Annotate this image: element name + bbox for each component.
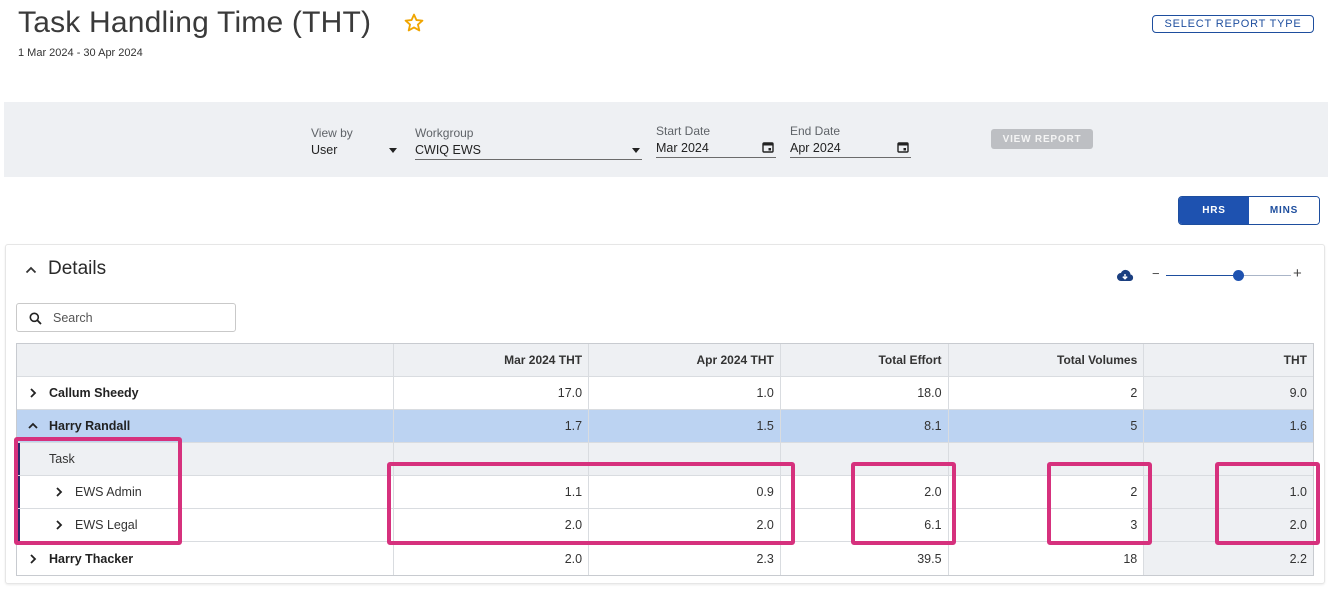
table-row[interactable]: EWS Legal 2.0 2.0 6.1 3 2.0 bbox=[17, 509, 1313, 542]
calendar-icon[interactable] bbox=[762, 141, 774, 153]
unit-toggle: HRS MINS bbox=[1178, 196, 1320, 225]
search-box bbox=[16, 303, 236, 332]
table-header-row: Mar 2024 THT Apr 2024 THT Total Effort T… bbox=[17, 344, 1313, 377]
workgroup-label: Workgroup bbox=[415, 126, 474, 140]
group-indicator-bar bbox=[17, 476, 20, 508]
group-indicator-bar bbox=[17, 443, 20, 475]
cell-mar-tht: 2.0 bbox=[394, 509, 590, 541]
chevron-right-icon[interactable] bbox=[53, 519, 65, 531]
workgroup-select[interactable]: Workgroup CWIQ EWS bbox=[415, 126, 642, 160]
column-header-mar-tht[interactable]: Mar 2024 THT bbox=[394, 344, 590, 376]
cell-apr-tht: 1.5 bbox=[589, 410, 781, 442]
row-name: Harry Randall bbox=[49, 419, 131, 433]
cell-tht: 1.0 bbox=[1144, 476, 1313, 508]
mins-toggle-button[interactable]: MINS bbox=[1249, 197, 1319, 224]
cell-mar-tht: 2.0 bbox=[394, 542, 590, 575]
cell-total-volumes: 5 bbox=[949, 410, 1145, 442]
cell-tht: 9.0 bbox=[1144, 377, 1313, 409]
view-by-label: View by bbox=[311, 126, 353, 140]
page-title: Task Handling Time (THT) bbox=[18, 6, 372, 39]
row-name: EWS Admin bbox=[75, 485, 142, 499]
cell-total-effort: 2.0 bbox=[781, 476, 949, 508]
start-date-value: Mar 2024 bbox=[656, 141, 709, 155]
group-label: Task bbox=[49, 452, 75, 466]
cloud-download-icon[interactable] bbox=[1116, 269, 1134, 283]
view-by-select[interactable]: View by User bbox=[311, 126, 399, 160]
chevron-right-icon[interactable] bbox=[53, 486, 65, 498]
date-range: 1 Mar 2024 - 30 Apr 2024 bbox=[18, 47, 143, 59]
cell-total-effort: 39.5 bbox=[781, 542, 949, 575]
end-date-field[interactable]: End Date Apr 2024 bbox=[790, 124, 911, 158]
cell-apr-tht: 1.0 bbox=[589, 377, 781, 409]
start-date-field[interactable]: Start Date Mar 2024 bbox=[656, 124, 776, 158]
cell-tht: 1.6 bbox=[1144, 410, 1313, 442]
row-name: EWS Legal bbox=[75, 518, 138, 532]
chevron-right-icon[interactable] bbox=[27, 387, 39, 399]
zoom-slider-track-rest bbox=[1243, 275, 1291, 276]
cell-mar-tht: 1.1 bbox=[394, 476, 590, 508]
row-name: Callum Sheedy bbox=[49, 386, 139, 400]
zoom-in-icon[interactable]: + bbox=[1293, 265, 1302, 282]
start-date-label: Start Date bbox=[656, 124, 711, 138]
cell-apr-tht: 2.0 bbox=[589, 509, 781, 541]
view-by-value: User bbox=[311, 143, 338, 157]
cell-total-effort: 8.1 bbox=[781, 410, 949, 442]
table-row[interactable]: Harry Randall 1.7 1.5 8.1 5 1.6 bbox=[17, 410, 1313, 443]
chevron-up-icon[interactable] bbox=[24, 263, 38, 277]
workgroup-value: CWIQ EWS bbox=[415, 143, 481, 157]
column-header-name bbox=[17, 344, 395, 376]
cell-total-effort: 18.0 bbox=[781, 377, 949, 409]
cell-tht: 2.0 bbox=[1144, 509, 1313, 541]
hrs-toggle-button[interactable]: HRS bbox=[1179, 197, 1249, 224]
select-report-type-button[interactable]: SELECT REPORT TYPE bbox=[1152, 15, 1314, 33]
details-panel: Details − + Mar 2024 THT Apr 2024 THT To… bbox=[5, 244, 1325, 584]
cell-tht: 2.2 bbox=[1144, 542, 1313, 575]
cell-total-volumes: 2 bbox=[949, 377, 1145, 409]
search-icon bbox=[29, 312, 42, 325]
view-report-button[interactable]: VIEW REPORT bbox=[991, 129, 1093, 149]
details-table: Mar 2024 THT Apr 2024 THT Total Effort T… bbox=[16, 343, 1314, 576]
zoom-slider-thumb[interactable] bbox=[1233, 270, 1244, 281]
column-header-total-volumes[interactable]: Total Volumes bbox=[949, 344, 1145, 376]
column-header-total-effort[interactable]: Total Effort bbox=[781, 344, 949, 376]
cell-total-volumes: 2 bbox=[949, 476, 1145, 508]
cell-apr-tht: 2.3 bbox=[589, 542, 781, 575]
details-title: Details bbox=[48, 258, 107, 279]
end-date-value: Apr 2024 bbox=[790, 141, 841, 155]
table-row[interactable]: EWS Admin 1.1 0.9 2.0 2 1.0 bbox=[17, 476, 1313, 509]
cell-total-effort: 6.1 bbox=[781, 509, 949, 541]
chevron-down-icon bbox=[389, 148, 397, 153]
cell-total-volumes: 18 bbox=[949, 542, 1145, 575]
cell-mar-tht: 17.0 bbox=[394, 377, 590, 409]
table-row[interactable]: Harry Thacker 2.0 2.3 39.5 18 2.2 bbox=[17, 542, 1313, 575]
calendar-icon[interactable] bbox=[897, 141, 909, 153]
cell-mar-tht: 1.7 bbox=[394, 410, 590, 442]
zoom-out-icon[interactable]: − bbox=[1152, 266, 1160, 281]
chevron-down-icon bbox=[632, 148, 640, 153]
group-indicator-bar bbox=[17, 509, 20, 541]
column-header-apr-tht[interactable]: Apr 2024 THT bbox=[589, 344, 781, 376]
chevron-up-icon[interactable] bbox=[27, 420, 39, 432]
chevron-right-icon[interactable] bbox=[27, 553, 39, 565]
star-icon[interactable] bbox=[403, 12, 425, 34]
cell-apr-tht: 0.9 bbox=[589, 476, 781, 508]
filter-bar: View by User Workgroup CWIQ EWS Start Da… bbox=[4, 102, 1328, 177]
cell-total-volumes: 3 bbox=[949, 509, 1145, 541]
column-header-tht[interactable]: THT bbox=[1144, 344, 1313, 376]
search-input[interactable] bbox=[53, 309, 223, 327]
table-row[interactable]: Callum Sheedy 17.0 1.0 18.0 2 9.0 bbox=[17, 377, 1313, 410]
end-date-label: End Date bbox=[790, 124, 841, 138]
table-group-row: Task bbox=[17, 443, 1313, 476]
row-name: Harry Thacker bbox=[49, 551, 134, 566]
